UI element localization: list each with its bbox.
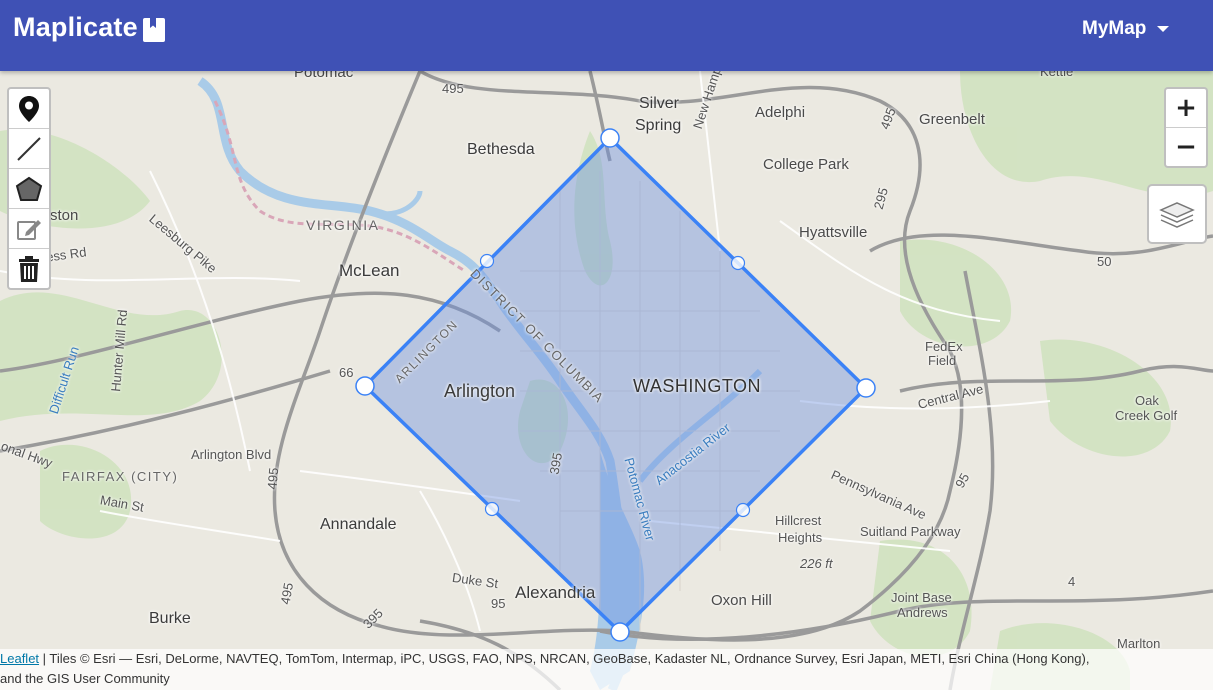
delete-layers-button[interactable]	[9, 249, 49, 288]
midpoint-handle	[735, 502, 751, 518]
map-label-hillcrest-2: Heights	[778, 530, 823, 545]
route-4: 4	[1068, 574, 1076, 589]
map-label-hyattsville: Hyattsville	[799, 224, 868, 241]
map-label-oak-creek: Oak	[1135, 393, 1159, 408]
midpoint-handle	[484, 501, 500, 517]
map-label-hillcrest: Hillcrest	[775, 513, 822, 528]
route-66: 66	[339, 365, 354, 380]
book-icon[interactable]	[142, 17, 166, 43]
map-label-elevation: 226 ft	[800, 556, 833, 571]
caret-down-icon[interactable]	[1155, 24, 1171, 34]
edit-layers-button[interactable]	[9, 209, 49, 249]
map-label-college-park: College Park	[763, 156, 849, 173]
map-label-fairfax: FAIRFAX (CITY)	[62, 469, 179, 484]
map-label-silver-spring-2: Spring	[635, 117, 682, 134]
tiles-attribution: | Tiles © Esri — Esri, DeLorme, NAVTEQ, …	[39, 651, 1090, 666]
zoom-in-button[interactable]: +	[1166, 89, 1206, 128]
map-label-greenbelt: Greenbelt	[919, 111, 985, 128]
route-495-a: 495	[442, 81, 464, 96]
app-bar: Maplicate MyMap	[0, 0, 1213, 71]
vertex-handle	[856, 378, 876, 398]
layers-control-button[interactable]	[1147, 184, 1207, 244]
map-label-joint-base-2: Andrews	[897, 605, 948, 620]
layers-icon	[1159, 202, 1195, 228]
polyline-icon	[17, 136, 41, 161]
draw-marker-button[interactable]	[9, 89, 49, 129]
midpoint-handle	[479, 253, 495, 269]
attribution-bar: Leaflet | Tiles © Esri — Esri, DeLorme, …	[0, 649, 1213, 690]
app-title[interactable]: Maplicate	[13, 12, 138, 43]
midpoint-handle	[730, 255, 746, 271]
map-label-adelphi: Adelphi	[755, 104, 806, 121]
map-label-joint-base: Joint Base	[891, 590, 952, 605]
map-label-annandale: Annandale	[320, 516, 397, 533]
map-label-oak-creek-2: Creek Golf	[1115, 408, 1178, 423]
draw-polygon-button[interactable]	[9, 169, 49, 209]
map-selector[interactable]: MyMap	[1082, 18, 1146, 40]
route-95-a: 95	[491, 596, 506, 611]
map-label-kettle: Kettle	[1040, 71, 1074, 79]
map-label-mclean: McLean	[339, 261, 400, 280]
vertex-handle	[600, 128, 620, 148]
trash-icon	[19, 255, 39, 282]
polygon-icon	[15, 176, 43, 201]
vertex-handle	[355, 376, 375, 396]
map-label-arlington-blvd: Arlington Blvd	[191, 447, 272, 462]
vertex-handle	[610, 622, 630, 642]
map-label-burke: Burke	[149, 610, 191, 627]
map-label-ston: ston	[50, 207, 79, 224]
route-495-c: 495	[264, 467, 282, 490]
map-label-alexandria: Alexandria	[515, 583, 596, 602]
map-label-virginia: VIRGINIA	[306, 217, 380, 233]
base-map-tiles	[0, 71, 1213, 690]
map-label-silver-spring: Silver	[639, 95, 680, 112]
map-label-bethesda: Bethesda	[467, 141, 535, 158]
map-label-fedex-field-2: Field	[928, 353, 957, 368]
leaflet-link[interactable]: Leaflet	[0, 651, 39, 666]
map-label-arlington: Arlington	[444, 381, 516, 401]
zoom-out-button[interactable]: −	[1166, 128, 1206, 166]
marker-icon	[19, 95, 39, 122]
tiles-attribution-line2: and the GIS User Community	[0, 671, 170, 686]
draw-toolbar	[7, 87, 51, 290]
map-label-oxon-hill: Oxon Hill	[711, 592, 772, 609]
draw-polyline-button[interactable]	[9, 129, 49, 169]
map-label-fedex-field: FedEx	[925, 339, 963, 354]
edit-icon	[17, 219, 41, 240]
map-view[interactable]: Potomac Silver Spring Adelphi Greenbelt …	[0, 71, 1213, 690]
map-label-washington: WASHINGTON	[633, 376, 762, 396]
map-label-potomac: Potomac	[294, 71, 354, 81]
zoom-control: + −	[1164, 87, 1208, 168]
route-50: 50	[1097, 254, 1112, 269]
map-label-suitland: Suitland Parkway	[860, 524, 961, 539]
